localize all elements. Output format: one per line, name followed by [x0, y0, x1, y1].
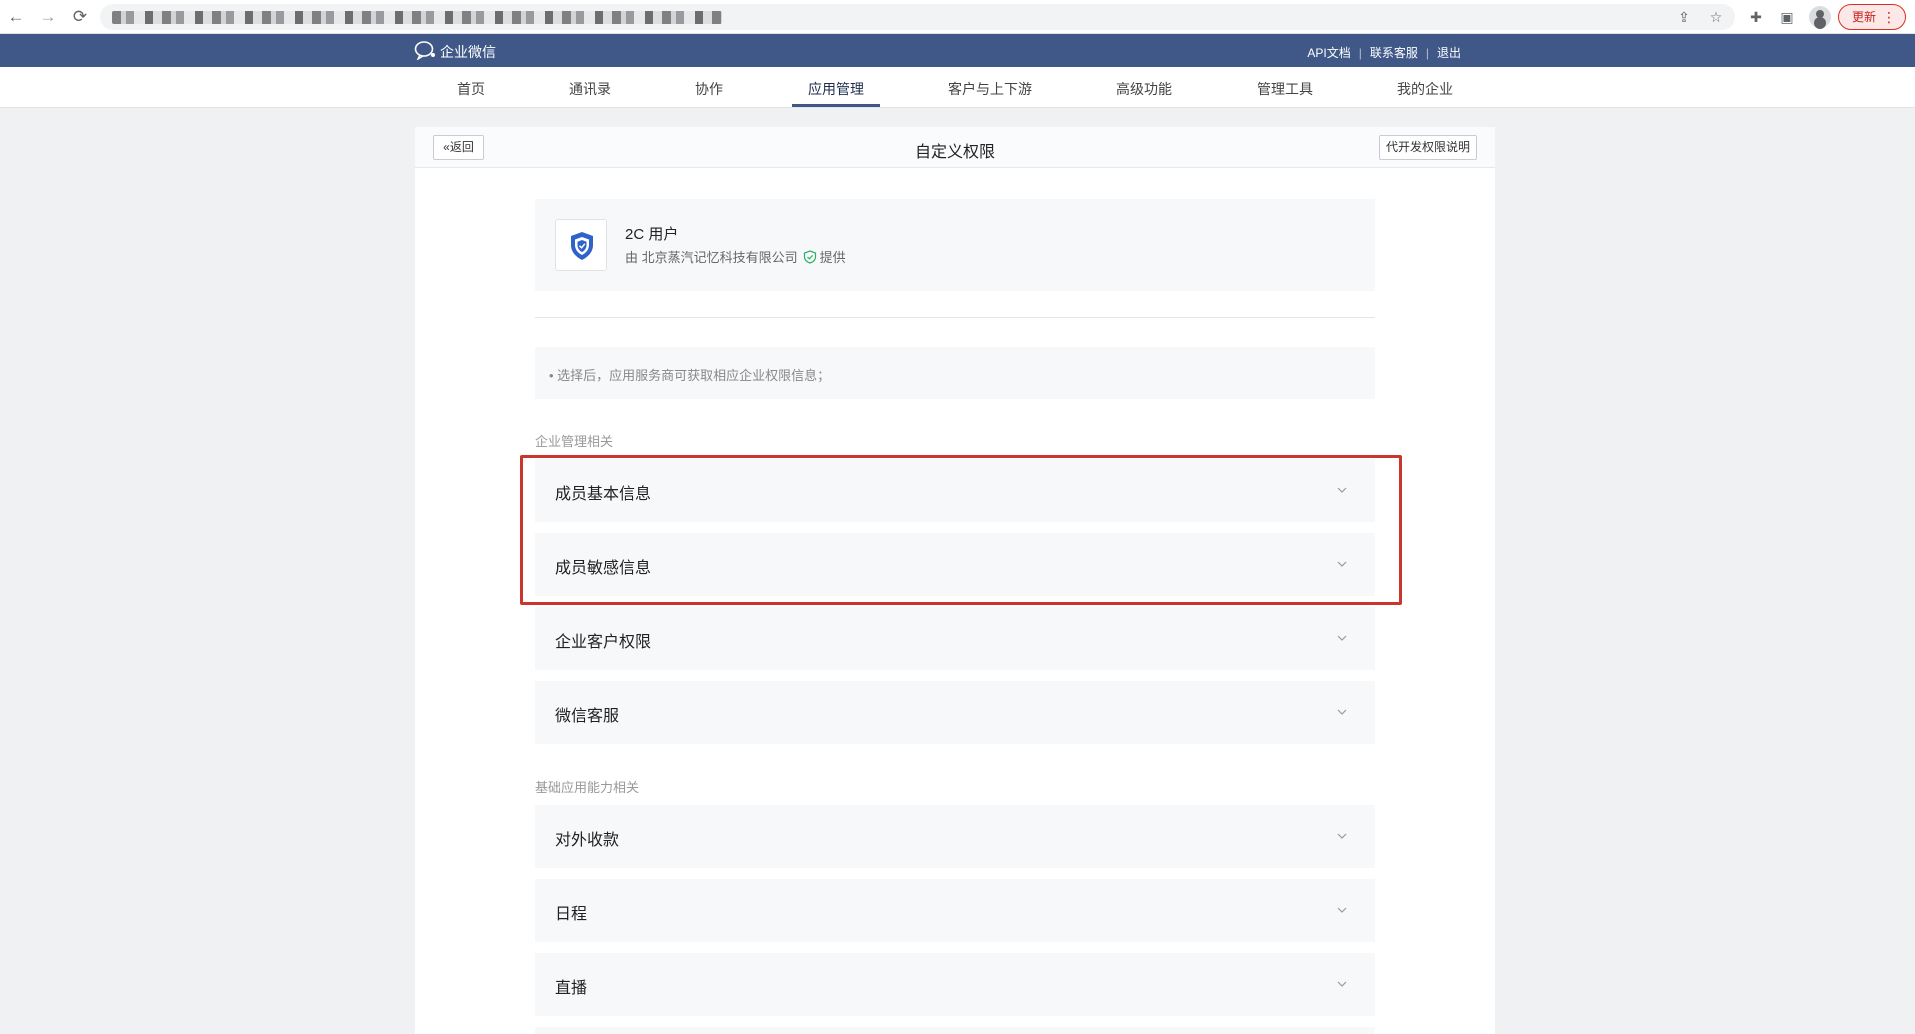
permission-row-member-basic[interactable]: 成员基本信息 [535, 459, 1375, 522]
update-label: 更新 [1852, 10, 1877, 24]
logout-link[interactable]: 退出 [1437, 44, 1461, 61]
app-topbar: 企业微信 API文档 | 联系客服 | 退出 [0, 34, 1915, 67]
page-title: 自定义权限 [914, 144, 995, 161]
chevron-down-icon [1337, 487, 1347, 493]
blurred-url [112, 11, 722, 24]
main-nav: 首页 通讯录 协作 应用管理 客户与上下游 高级功能 管理工具 我的企业 [0, 67, 1915, 108]
chevron-down-icon [1337, 561, 1347, 567]
divider [535, 317, 1375, 318]
more-icon: ⋮ [1882, 9, 1896, 25]
browser-toolbar: ← → ⟳ ⇪ ☆ ✚ ▣ 更新 ⋮ [0, 0, 1915, 34]
permission-label: 直播 [555, 980, 588, 997]
content-panel: «返回 自定义权限 代开发权限说明 2C 用户 由 北京蒸汽记忆科技有限公司 提… [415, 127, 1495, 1034]
link-divider: | [1358, 45, 1362, 60]
active-tab-indicator [792, 104, 880, 107]
app-icon [555, 219, 607, 271]
permission-label: 对外收款 [555, 832, 620, 849]
extensions-icon[interactable]: ✚ [1746, 7, 1766, 27]
top-links: API文档 | 联系客服 | 退出 [1307, 44, 1461, 61]
permission-explain-button[interactable]: 代开发权限说明 [1378, 135, 1477, 160]
wecom-logo-icon [414, 41, 435, 60]
app-name: 2C 用户 [625, 226, 679, 243]
permission-label: 成员敏感信息 [555, 560, 652, 577]
permission-row-schedule[interactable]: 日程 [535, 879, 1375, 942]
permission-label: 企业客户权限 [555, 634, 652, 651]
side-panel-icon[interactable]: ▣ [1777, 7, 1797, 27]
nav-home[interactable]: 首页 [457, 79, 485, 99]
nav-advanced[interactable]: 高级功能 [1116, 79, 1172, 99]
chevron-down-icon [1337, 833, 1347, 839]
permission-row-partial [535, 1027, 1375, 1034]
arrow-left-icon[interactable]: ← [6, 7, 26, 27]
share-icon[interactable]: ⇪ [1674, 7, 1694, 27]
shield-icon [571, 232, 593, 260]
star-icon[interactable]: ☆ [1706, 7, 1726, 27]
section-label-enterprise: 企业管理相关 [535, 434, 614, 449]
section-label-basic-apps: 基础应用能力相关 [535, 780, 640, 795]
permission-label: 微信客服 [555, 708, 620, 725]
provider-name: 由 北京蒸汽记忆科技有限公司 [625, 250, 798, 265]
app-provider: 由 北京蒸汽记忆科技有限公司 提供 [625, 247, 846, 266]
permission-row-wechat-service[interactable]: 微信客服 [535, 681, 1375, 744]
arrow-right-icon[interactable]: → [38, 7, 58, 27]
tip-box: • 选择后，应用服务商可获取相应企业权限信息； [535, 347, 1375, 399]
verified-icon [803, 249, 816, 264]
permission-row-live[interactable]: 直播 [535, 953, 1375, 1016]
nav-management-tools[interactable]: 管理工具 [1257, 79, 1313, 99]
provider-suffix: 提供 [819, 250, 846, 265]
contact-support-link[interactable]: 联系客服 [1370, 44, 1418, 61]
nav-collaboration[interactable]: 协作 [695, 79, 723, 99]
profile-avatar[interactable] [1809, 6, 1831, 28]
nav-my-enterprise[interactable]: 我的企业 [1397, 79, 1453, 99]
permission-row-enterprise-customer[interactable]: 企业客户权限 [535, 607, 1375, 670]
permission-row-member-sensitive[interactable]: 成员敏感信息 [535, 533, 1375, 596]
chevron-down-icon [1337, 907, 1347, 913]
link-divider: | [1425, 45, 1429, 60]
permission-label: 成员基本信息 [555, 486, 652, 503]
nav-contacts[interactable]: 通讯录 [569, 79, 611, 99]
address-bar[interactable] [100, 4, 1735, 30]
chevron-down-icon [1337, 635, 1347, 641]
logo-text: 企业微信 [440, 44, 496, 60]
tip-text: • 选择后，应用服务商可获取相应企业权限信息； [549, 368, 831, 383]
chevron-down-icon [1337, 709, 1347, 715]
api-docs-link[interactable]: API文档 [1307, 44, 1350, 61]
chevron-down-icon [1337, 981, 1347, 987]
panel-header: «返回 自定义权限 代开发权限说明 [415, 127, 1495, 168]
update-button[interactable]: 更新 ⋮ [1838, 4, 1906, 30]
nav-customers[interactable]: 客户与上下游 [948, 79, 1032, 99]
nav-app-management[interactable]: 应用管理 [808, 79, 864, 99]
reload-icon[interactable]: ⟳ [70, 7, 90, 27]
app-info-card: 2C 用户 由 北京蒸汽记忆科技有限公司 提供 [535, 199, 1375, 291]
permission-row-external-payment[interactable]: 对外收款 [535, 805, 1375, 868]
permission-label: 日程 [555, 906, 588, 923]
